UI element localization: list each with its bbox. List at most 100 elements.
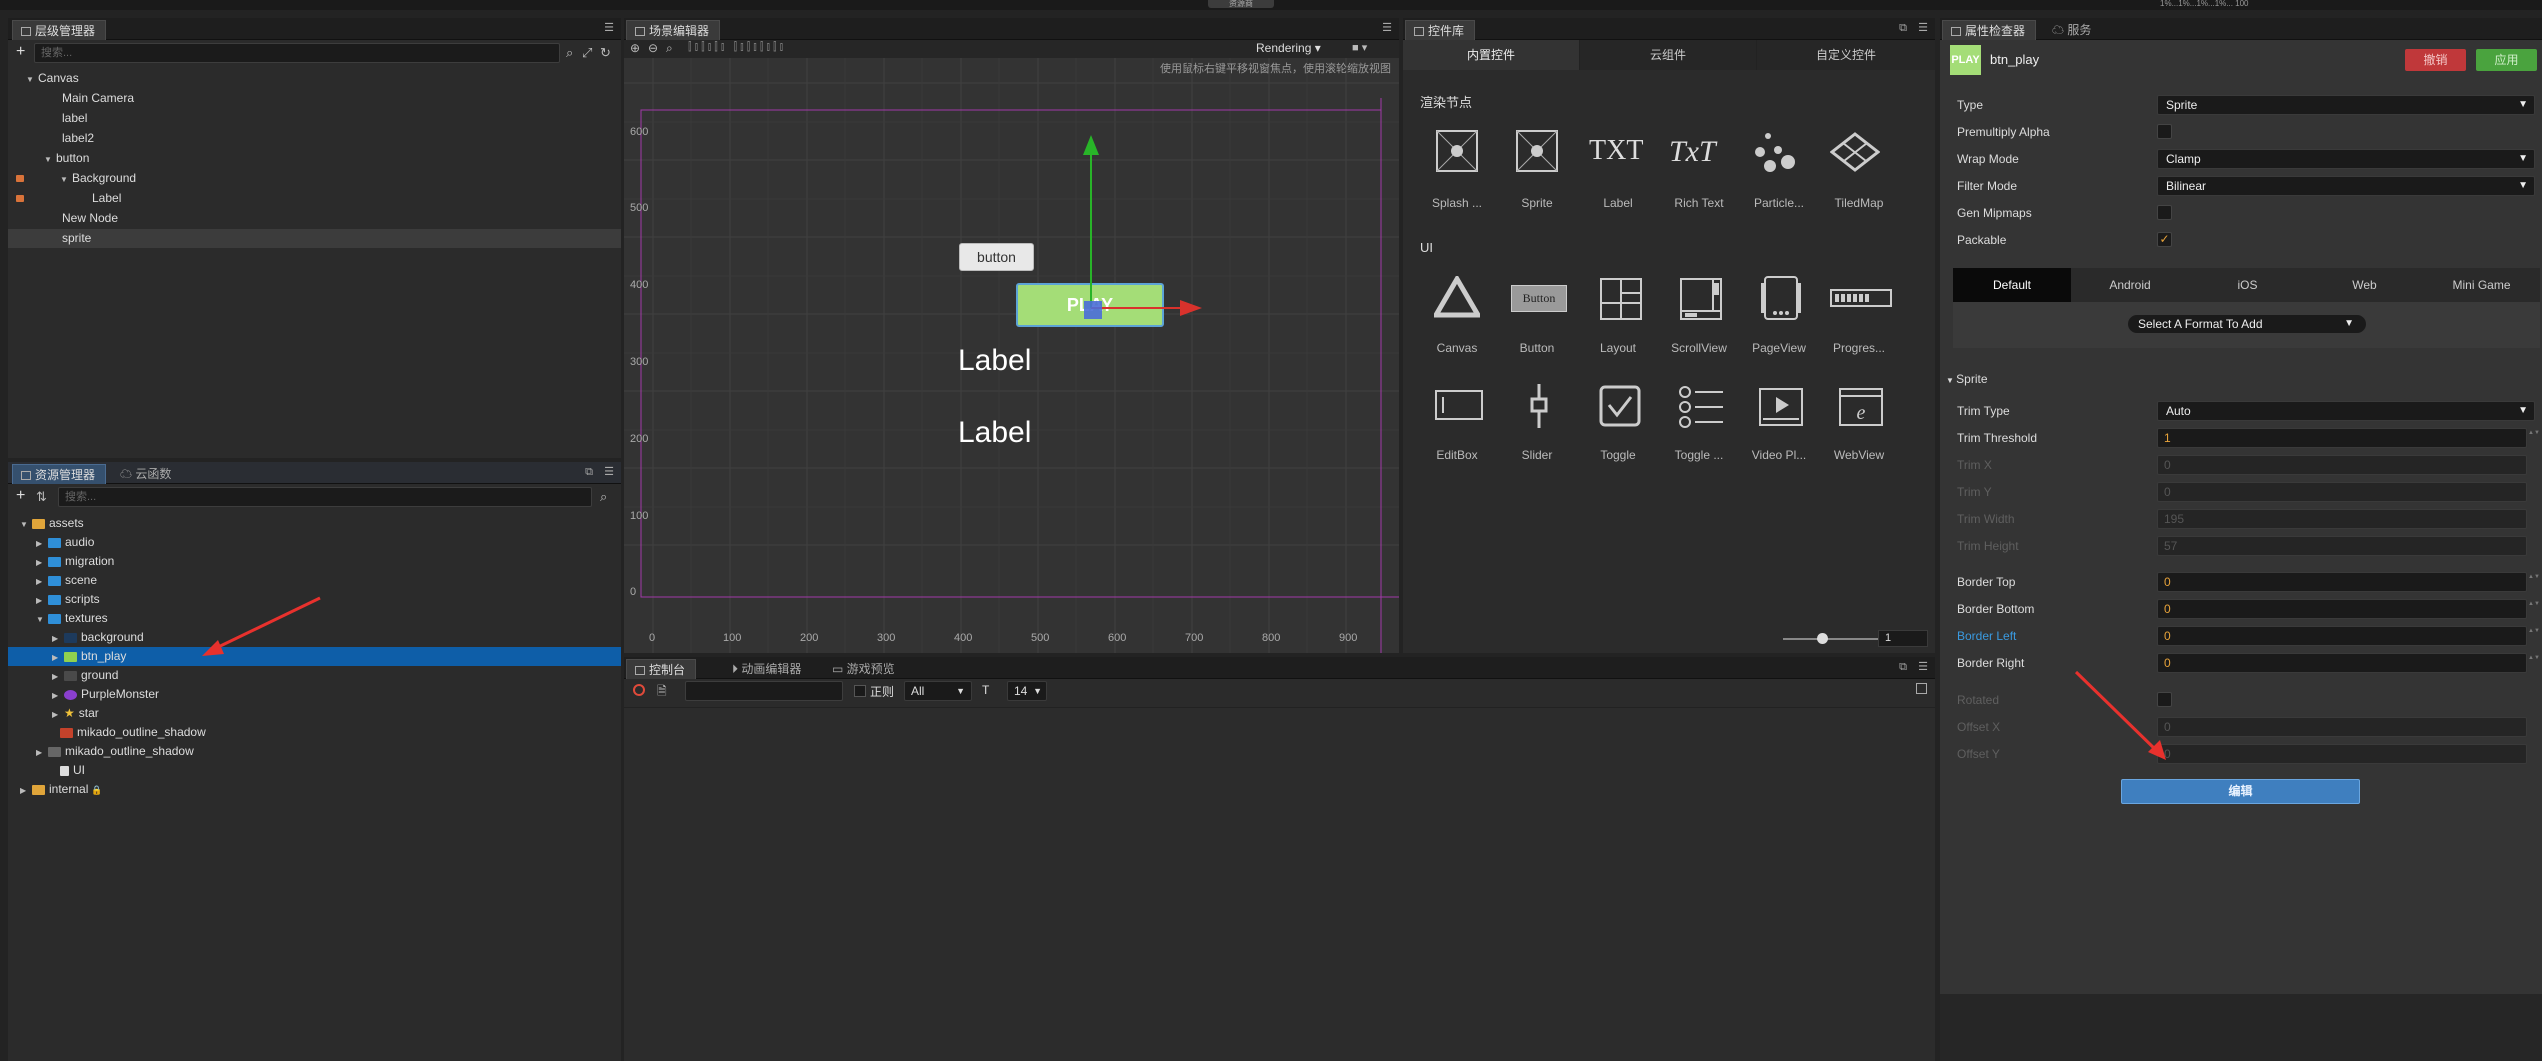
gen-mipmaps-checkbox[interactable] [2157, 205, 2172, 220]
wrap-mode-select[interactable]: Clamp ▼ [2157, 149, 2535, 169]
rich-text-icon[interactable]: TxT [1669, 135, 1716, 169]
platform-tab-minigame[interactable]: Mini Game [2423, 268, 2540, 302]
tree-node-label2[interactable]: label2 [62, 129, 94, 148]
hierarchy-search-input[interactable]: 搜索... [34, 43, 560, 63]
widget-splash[interactable]: Splash ... [1417, 196, 1497, 210]
asset-image-mikado[interactable]: ▶ mikado_outline_shadow [36, 742, 194, 761]
border-right-input[interactable]: 0 [2157, 653, 2527, 673]
widget-button[interactable]: Button [1497, 341, 1577, 355]
toggle-group-icon[interactable] [1679, 386, 1725, 428]
rendering-dropdown[interactable]: Rendering ▾ [1256, 41, 1321, 55]
select-format-dropdown[interactable]: Select A Format To Add ▼ [2127, 314, 2367, 334]
revert-button[interactable]: 撤销 [2405, 49, 2466, 71]
expand-arrow-icon[interactable]: ▶ [20, 781, 32, 800]
scrollview-icon[interactable] [1679, 277, 1723, 321]
widget-rich-text[interactable]: Rich Text [1659, 196, 1739, 210]
asset-scripts[interactable]: ▶ scripts [36, 590, 100, 609]
collapse-icon[interactable] [1916, 683, 1927, 694]
camera-icon[interactable]: ■ ▾ [1352, 41, 1367, 54]
tab-cloud-functions[interactable]: ☁ 云函数 [112, 464, 181, 484]
stepper-icon[interactable]: ▲▼ [2527, 599, 2540, 619]
tab-assets[interactable]: 资源管理器 [12, 464, 107, 484]
asset-purplemonster[interactable]: ▶ PurpleMonster [52, 685, 159, 704]
pageview-icon[interactable] [1759, 275, 1803, 321]
asset-ui[interactable]: UI [48, 761, 85, 780]
tree-node-label[interactable]: label [62, 109, 87, 128]
expand-arrow-icon[interactable]: ▶ [52, 686, 64, 705]
apply-button[interactable]: 应用 [2476, 49, 2537, 71]
zoom-slider-track[interactable] [1783, 638, 1878, 640]
asset-audio[interactable]: ▶ audio [36, 533, 94, 552]
asset-textures[interactable]: ▼ textures [36, 609, 108, 628]
tree-node-main-camera[interactable]: Main Camera [62, 89, 134, 108]
tab-hierarchy[interactable]: 层级管理器 [12, 20, 107, 40]
expand-arrow-icon[interactable]: ▶ [52, 629, 64, 648]
platform-tab-ios[interactable]: iOS [2189, 268, 2306, 302]
widget-subtab-builtin[interactable]: 内置控件 [1403, 40, 1580, 70]
platform-tab-default[interactable]: Default [1953, 268, 2071, 302]
widget-sprite[interactable]: Sprite [1497, 196, 1577, 210]
canvas-icon[interactable] [1434, 276, 1480, 318]
panel-menu-icon[interactable]: ☰ [1917, 22, 1929, 34]
asset-scene[interactable]: ▶ scene [36, 571, 97, 590]
clear-console-icon[interactable] [633, 684, 645, 696]
stepper-icon[interactable]: ▲▼ [2527, 626, 2540, 646]
type-select[interactable]: Sprite ▼ [2157, 95, 2535, 115]
popout-icon[interactable]: ⧉ [1897, 22, 1909, 34]
trim-type-select[interactable]: Auto ▼ [2157, 401, 2535, 421]
font-size-select[interactable]: 14 ▼ [1007, 681, 1047, 701]
tree-node-button[interactable]: ▼ button [44, 149, 89, 168]
widget-subtab-cloud[interactable]: 云组件 [1580, 40, 1757, 70]
packable-checkbox[interactable]: ✓ [2157, 232, 2172, 247]
editbox-icon[interactable] [1435, 390, 1483, 420]
add-asset-icon[interactable]: + [16, 487, 25, 505]
progressbar-icon[interactable] [1830, 289, 1892, 307]
videoplayer-icon[interactable] [1759, 388, 1803, 426]
pin-icon[interactable]: ⤢ [582, 45, 592, 61]
widget-toggle-group[interactable]: Toggle ... [1659, 448, 1739, 462]
stepper-icon[interactable]: ▲▼ [2527, 653, 2540, 673]
border-top-input[interactable]: 0 [2157, 572, 2527, 592]
expand-arrow-icon[interactable]: ▶ [36, 553, 48, 572]
sort-icon[interactable]: ⇅ [36, 489, 47, 505]
widget-particle[interactable]: Particle... [1739, 196, 1819, 210]
zoom-in-icon[interactable]: ⊕ [630, 41, 640, 55]
lock-icon[interactable] [16, 195, 24, 202]
filter-mode-select[interactable]: Bilinear ▼ [2157, 176, 2535, 196]
top-button[interactable]: 资源商 [1208, 0, 1274, 8]
tree-node-sprite[interactable]: sprite [62, 229, 91, 248]
tab-console[interactable]: 控制台 [626, 659, 697, 679]
particle-icon[interactable] [1754, 132, 1800, 174]
asset-star[interactable]: ▶ ★ star [52, 704, 99, 723]
tab-game-preview[interactable]: ▭ 游戏预览 [824, 659, 905, 679]
tree-node-background[interactable]: ▼ Background [60, 169, 136, 188]
panel-menu-icon[interactable]: ☰ [603, 466, 615, 478]
platform-tab-web[interactable]: Web [2306, 268, 2423, 302]
open-log-icon[interactable]: 🗎 [657, 682, 667, 703]
widget-canvas[interactable]: Canvas [1417, 341, 1497, 355]
widget-scrollview[interactable]: ScrollView [1659, 341, 1739, 355]
zoom-fit-icon[interactable]: ⌕ [666, 41, 673, 56]
widget-tiledmap[interactable]: TiledMap [1819, 196, 1899, 210]
expand-arrow-icon[interactable]: ▶ [36, 591, 48, 610]
expand-arrow-icon[interactable]: ▶ [52, 705, 64, 724]
sprite-section-header[interactable]: ▼ Sprite [1946, 372, 1988, 386]
expand-arrow-icon[interactable]: ▼ [20, 515, 32, 534]
expand-arrow-icon[interactable]: ▶ [52, 648, 64, 667]
widget-videoplayer[interactable]: Video Pl... [1739, 448, 1819, 462]
asset-internal[interactable]: ▶ internal 🔒 [20, 780, 103, 799]
tab-animation-editor[interactable]: ⏵ 动画编辑器 [724, 659, 811, 679]
refresh-icon[interactable]: ↻ [600, 45, 611, 61]
expand-arrow-icon[interactable]: ▼ [60, 170, 72, 189]
zoom-slider-handle[interactable] [1817, 633, 1828, 644]
expand-arrow-icon[interactable]: ▶ [52, 667, 64, 686]
tiledmap-icon[interactable] [1830, 132, 1880, 172]
label-txt-icon[interactable]: TXT [1589, 135, 1643, 167]
scene-viewport[interactable]: 使用鼠标右键平移视窗焦点，使用滚轮缩放视图 600 500 400 300 20… [624, 58, 1399, 653]
widget-pageview[interactable]: PageView [1739, 341, 1819, 355]
tree-node-canvas[interactable]: ▼ Canvas [26, 69, 79, 88]
search-icon[interactable]: ⌕ [566, 45, 573, 61]
tab-scene-editor[interactable]: 场景编辑器 [626, 20, 721, 40]
widget-toggle[interactable]: Toggle [1578, 448, 1658, 462]
panel-menu-icon[interactable]: ☰ [603, 22, 615, 34]
